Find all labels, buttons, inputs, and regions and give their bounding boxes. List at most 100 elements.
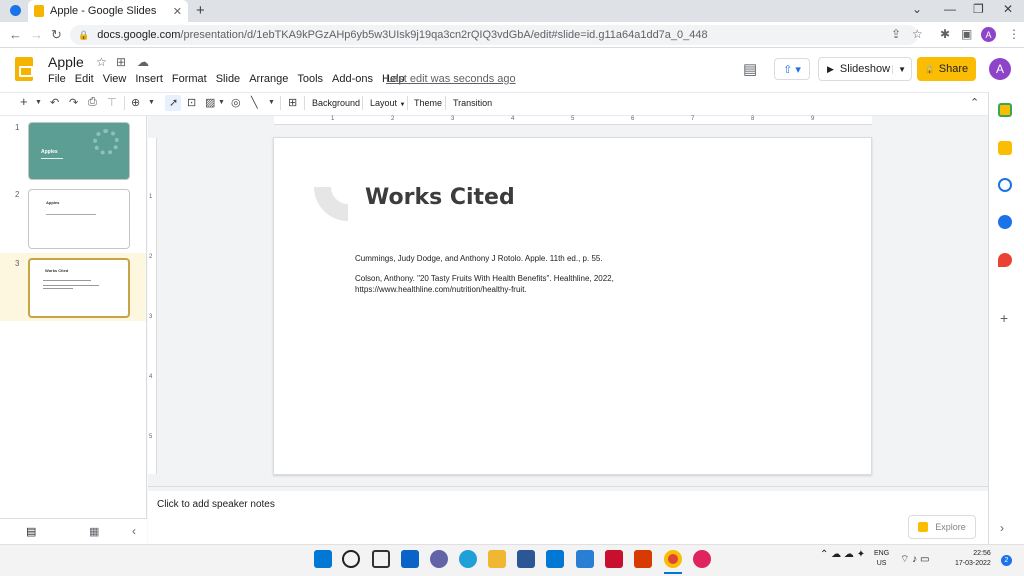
maximize-icon[interactable]: ❐ — [973, 2, 984, 16]
slide-thumbnail-3[interactable]: Works Cited — [28, 258, 130, 318]
mcafee-icon[interactable] — [605, 550, 623, 568]
slides-logo-icon[interactable] — [15, 57, 33, 81]
undo-icon[interactable]: ↶ — [50, 96, 59, 109]
shape-icon[interactable]: ◎ — [231, 96, 241, 109]
contacts-icon[interactable] — [998, 215, 1012, 229]
task-view-icon[interactable] — [372, 550, 390, 568]
menu-edit[interactable]: Edit — [75, 73, 94, 85]
back-arrow-icon[interactable]: ← — [9, 27, 22, 42]
new-slide-dropdown-icon[interactable]: ▼ — [35, 99, 42, 106]
speaker-notes-placeholder[interactable]: Click to add speaker notes — [157, 499, 275, 510]
document-title[interactable]: Apple — [48, 54, 84, 70]
browser-tab[interactable]: Apple - Google Slides ✕ — [28, 0, 188, 22]
calendar-icon[interactable] — [998, 103, 1012, 117]
image-icon[interactable]: ▨ — [205, 96, 215, 109]
mail-icon[interactable] — [546, 550, 564, 568]
widgets-icon[interactable] — [401, 550, 419, 568]
line-dropdown-icon[interactable]: ▼ — [268, 99, 275, 106]
theme-button[interactable]: Theme — [414, 98, 442, 108]
last-edit-link[interactable]: Last edit was seconds ago — [386, 73, 516, 85]
select-cursor-icon[interactable]: ➚ — [169, 96, 178, 109]
side-panel-icon[interactable]: ▣ — [961, 27, 972, 41]
chrome-profile-icon[interactable] — [10, 5, 21, 16]
menu-format[interactable]: Format — [172, 73, 207, 85]
add-comment-icon[interactable]: ⊞ — [288, 96, 297, 109]
search-icon[interactable] — [342, 550, 360, 568]
notification-badge[interactable]: 2 — [1001, 555, 1012, 566]
citation-2-line-1[interactable]: Colson, Anthony. "20 Tasty Fruits With H… — [355, 273, 614, 284]
vertical-ruler[interactable]: 1 2 3 4 5 — [148, 138, 157, 474]
reload-icon[interactable]: ↻ — [51, 27, 62, 43]
new-tab-button[interactable]: + — [196, 2, 205, 19]
menu-slide[interactable]: Slide — [216, 73, 240, 85]
menu-insert[interactable]: Insert — [135, 73, 163, 85]
filmstrip-view-icon[interactable]: ▤ — [26, 525, 36, 538]
forward-arrow-icon[interactable]: → — [30, 27, 43, 42]
present-to-meeting-button[interactable]: ⇧ ▾ — [774, 58, 810, 80]
paint-format-icon[interactable]: ⊤ — [107, 96, 117, 109]
redo-icon[interactable]: ↷ — [69, 96, 78, 109]
wifi-volume-battery-icons[interactable]: ⌔ ♪ ▭ — [900, 553, 929, 566]
chrome-icon[interactable] — [664, 550, 682, 568]
address-bar[interactable]: 🔒 docs.google.com/presentation/d/1ebTKA9… — [70, 25, 918, 45]
move-folder-icon[interactable]: ⊞ — [116, 55, 126, 69]
slide-thumbnail-2[interactable]: Apples — [28, 189, 130, 249]
tab-close-icon[interactable]: ✕ — [173, 5, 182, 18]
horizontal-ruler[interactable]: 1 2 3 4 5 6 7 8 9 — [274, 116, 872, 125]
grid-view-icon[interactable]: ▦ — [89, 525, 99, 538]
line-icon[interactable]: ╲ — [251, 96, 258, 109]
zoom-icon[interactable]: ⊕ — [131, 96, 140, 109]
slideshow-button[interactable]: ▶ Slideshow ▼ — [818, 57, 912, 81]
language-indicator[interactable]: ENG US — [874, 549, 889, 569]
star-icon[interactable]: ☆ — [96, 55, 107, 69]
clock[interactable]: 22:56 17-03-2022 — [955, 549, 991, 569]
start-menu-icon[interactable] — [314, 550, 332, 568]
file-explorer-icon[interactable] — [488, 550, 506, 568]
browser-avatar[interactable]: A — [981, 27, 996, 42]
menu-tools[interactable]: Tools — [297, 73, 323, 85]
current-slide[interactable] — [273, 137, 872, 475]
menu-arrange[interactable]: Arrange — [249, 73, 288, 85]
collapse-filmstrip-icon[interactable]: ‹ — [132, 524, 136, 538]
get-add-ons-plus-icon[interactable]: + — [1000, 310, 1008, 326]
explore-button[interactable]: Explore — [908, 515, 976, 539]
transition-button[interactable]: Transition — [453, 98, 492, 108]
zoom-dropdown-icon[interactable]: ▼ — [148, 99, 155, 106]
collapse-toolbar-icon[interactable]: ⌃ — [970, 96, 979, 109]
maps-icon[interactable] — [998, 253, 1012, 267]
minimize-icon[interactable]: — — [944, 2, 956, 16]
menu-view[interactable]: View — [103, 73, 127, 85]
tab-search-icon[interactable]: ⌄ — [912, 2, 922, 16]
image-dropdown-icon[interactable]: ▼ — [218, 99, 225, 106]
print-icon[interactable]: ⎙ — [88, 96, 97, 109]
extensions-icon[interactable]: ✱ — [940, 27, 950, 41]
share-page-icon[interactable]: ⇪ — [891, 27, 901, 41]
tasks-icon[interactable] — [998, 178, 1012, 192]
app-l-icon[interactable] — [576, 550, 594, 568]
window-close-icon[interactable]: ✕ — [1003, 2, 1013, 16]
text-box-icon[interactable]: ⊡ — [187, 96, 196, 109]
cloud-status-icon[interactable]: ☁ — [137, 55, 149, 69]
new-slide-plus-icon[interactable]: + — [20, 94, 28, 109]
share-button[interactable]: 🔒 Share — [917, 57, 976, 81]
account-avatar[interactable]: A — [989, 58, 1011, 80]
office-icon[interactable] — [634, 550, 652, 568]
chrome-menu-icon[interactable]: ⋮ — [1008, 27, 1020, 41]
teams-chat-icon[interactable] — [430, 550, 448, 568]
layout-button[interactable]: Layout ▼ — [370, 98, 406, 108]
menu-add-ons[interactable]: Add-ons — [332, 73, 373, 85]
citation-1[interactable]: Cummings, Judy Dodge, and Anthony J Roto… — [355, 253, 603, 264]
comment-history-icon[interactable]: ▤ — [743, 60, 757, 78]
citation-2-line-2[interactable]: https://www.healthline.com/nutrition/hea… — [355, 284, 527, 295]
expand-side-panel-icon[interactable]: › — [1000, 521, 1004, 535]
store-icon[interactable] — [517, 550, 535, 568]
menu-file[interactable]: File — [48, 73, 66, 85]
background-button[interactable]: Background — [312, 98, 360, 108]
app-red-icon[interactable] — [693, 550, 711, 568]
keep-icon[interactable] — [998, 141, 1012, 155]
slideshow-dropdown-icon[interactable]: ▼ — [892, 64, 911, 74]
system-tray[interactable]: ⌃ ☁ ☁ ✦ — [820, 549, 865, 560]
slide-thumbnail-1[interactable]: Apples — [28, 122, 130, 180]
slide-title[interactable]: Works Cited — [365, 185, 515, 210]
edge-browser-icon[interactable] — [459, 550, 477, 568]
